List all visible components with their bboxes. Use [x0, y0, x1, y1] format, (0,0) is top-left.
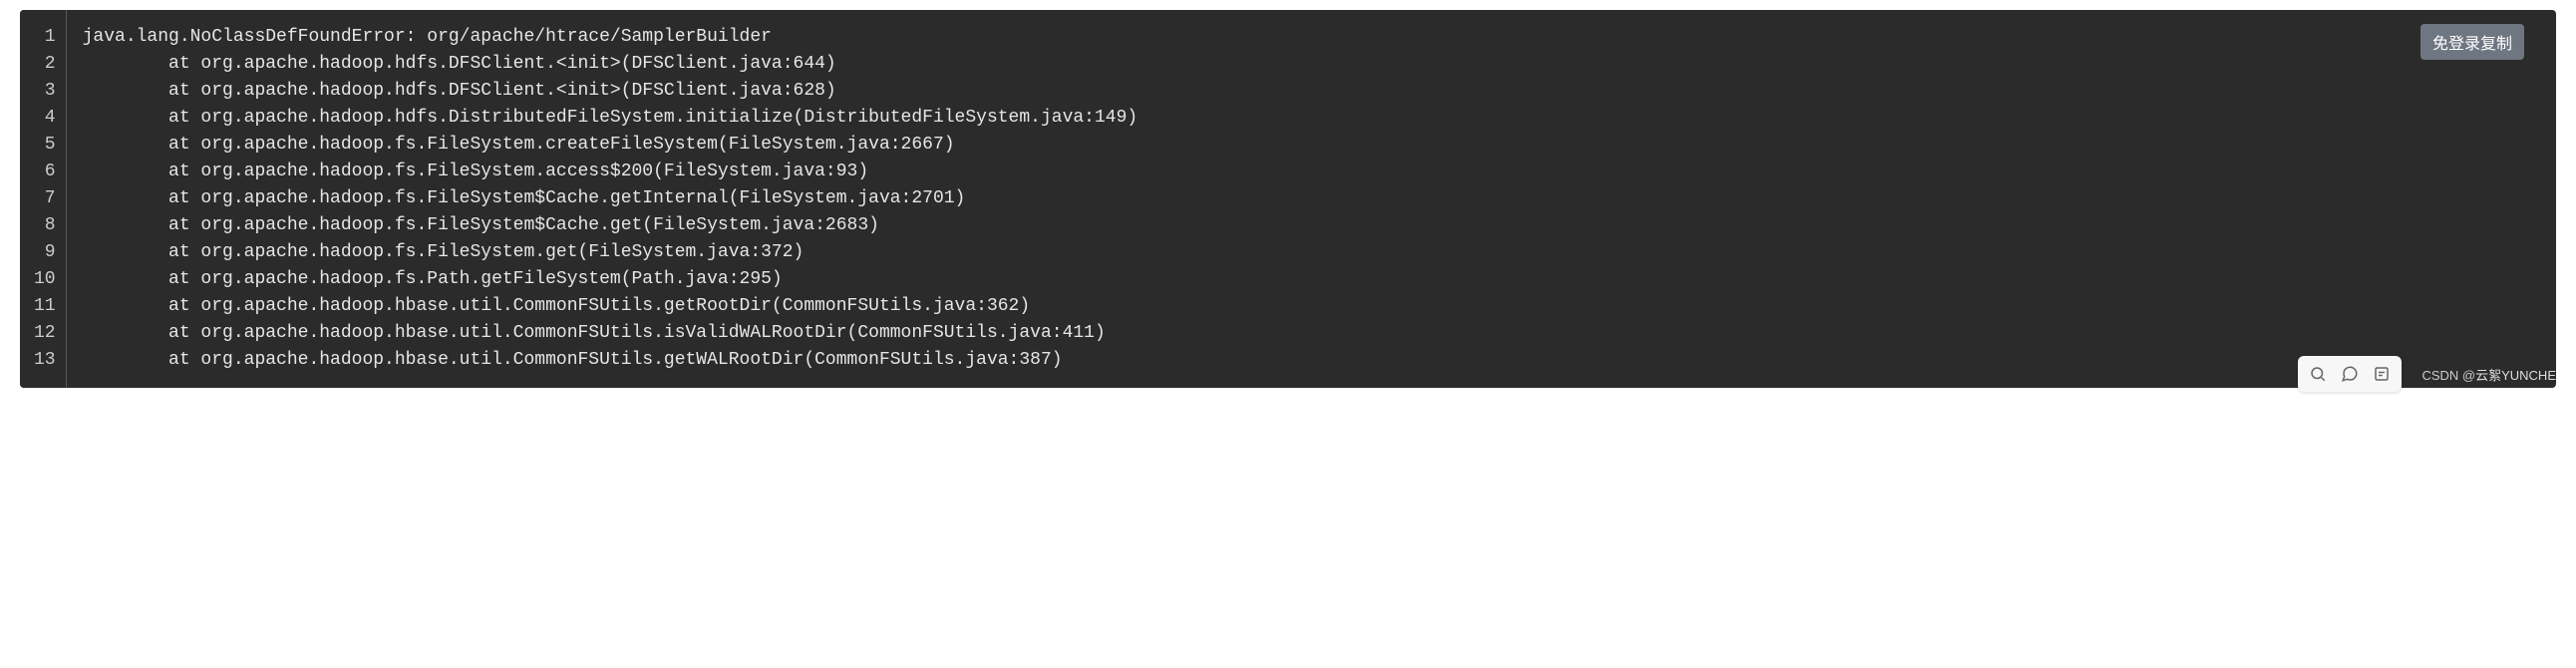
line-number: 12: [34, 320, 56, 347]
line-number: 11: [34, 293, 56, 320]
line-number: 2: [34, 51, 56, 78]
line-number: 3: [34, 78, 56, 105]
line-number: 6: [34, 159, 56, 185]
toolbar-icons: [2298, 356, 2402, 392]
watermark-prefix: CSDN @: [2421, 368, 2475, 383]
comment-icon[interactable]: [2336, 360, 2364, 388]
line-number: 4: [34, 105, 56, 132]
code-block: 1 2 3 4 5 6 7 8 9 10 11 12 13 java.lang.…: [20, 10, 2556, 388]
search-icon[interactable]: [2304, 360, 2332, 388]
watermark-username: 云絮YUNCHE: [2475, 368, 2556, 383]
line-number: 10: [34, 266, 56, 293]
code-content[interactable]: java.lang.NoClassDefFoundError: org/apac…: [67, 10, 2556, 388]
bottom-bar: CSDN @云絮YUNCHE: [2298, 356, 2556, 392]
line-number: 7: [34, 185, 56, 212]
notes-icon[interactable]: [2368, 360, 2396, 388]
line-number: 8: [34, 212, 56, 239]
copy-no-login-button[interactable]: 免登录复制: [2420, 24, 2524, 60]
line-number: 1: [34, 24, 56, 51]
watermark: CSDN @云絮YUNCHE: [2421, 365, 2556, 384]
line-number: 9: [34, 239, 56, 266]
line-number: 13: [34, 347, 56, 374]
line-number-gutter: 1 2 3 4 5 6 7 8 9 10 11 12 13: [20, 10, 67, 388]
line-number: 5: [34, 132, 56, 159]
